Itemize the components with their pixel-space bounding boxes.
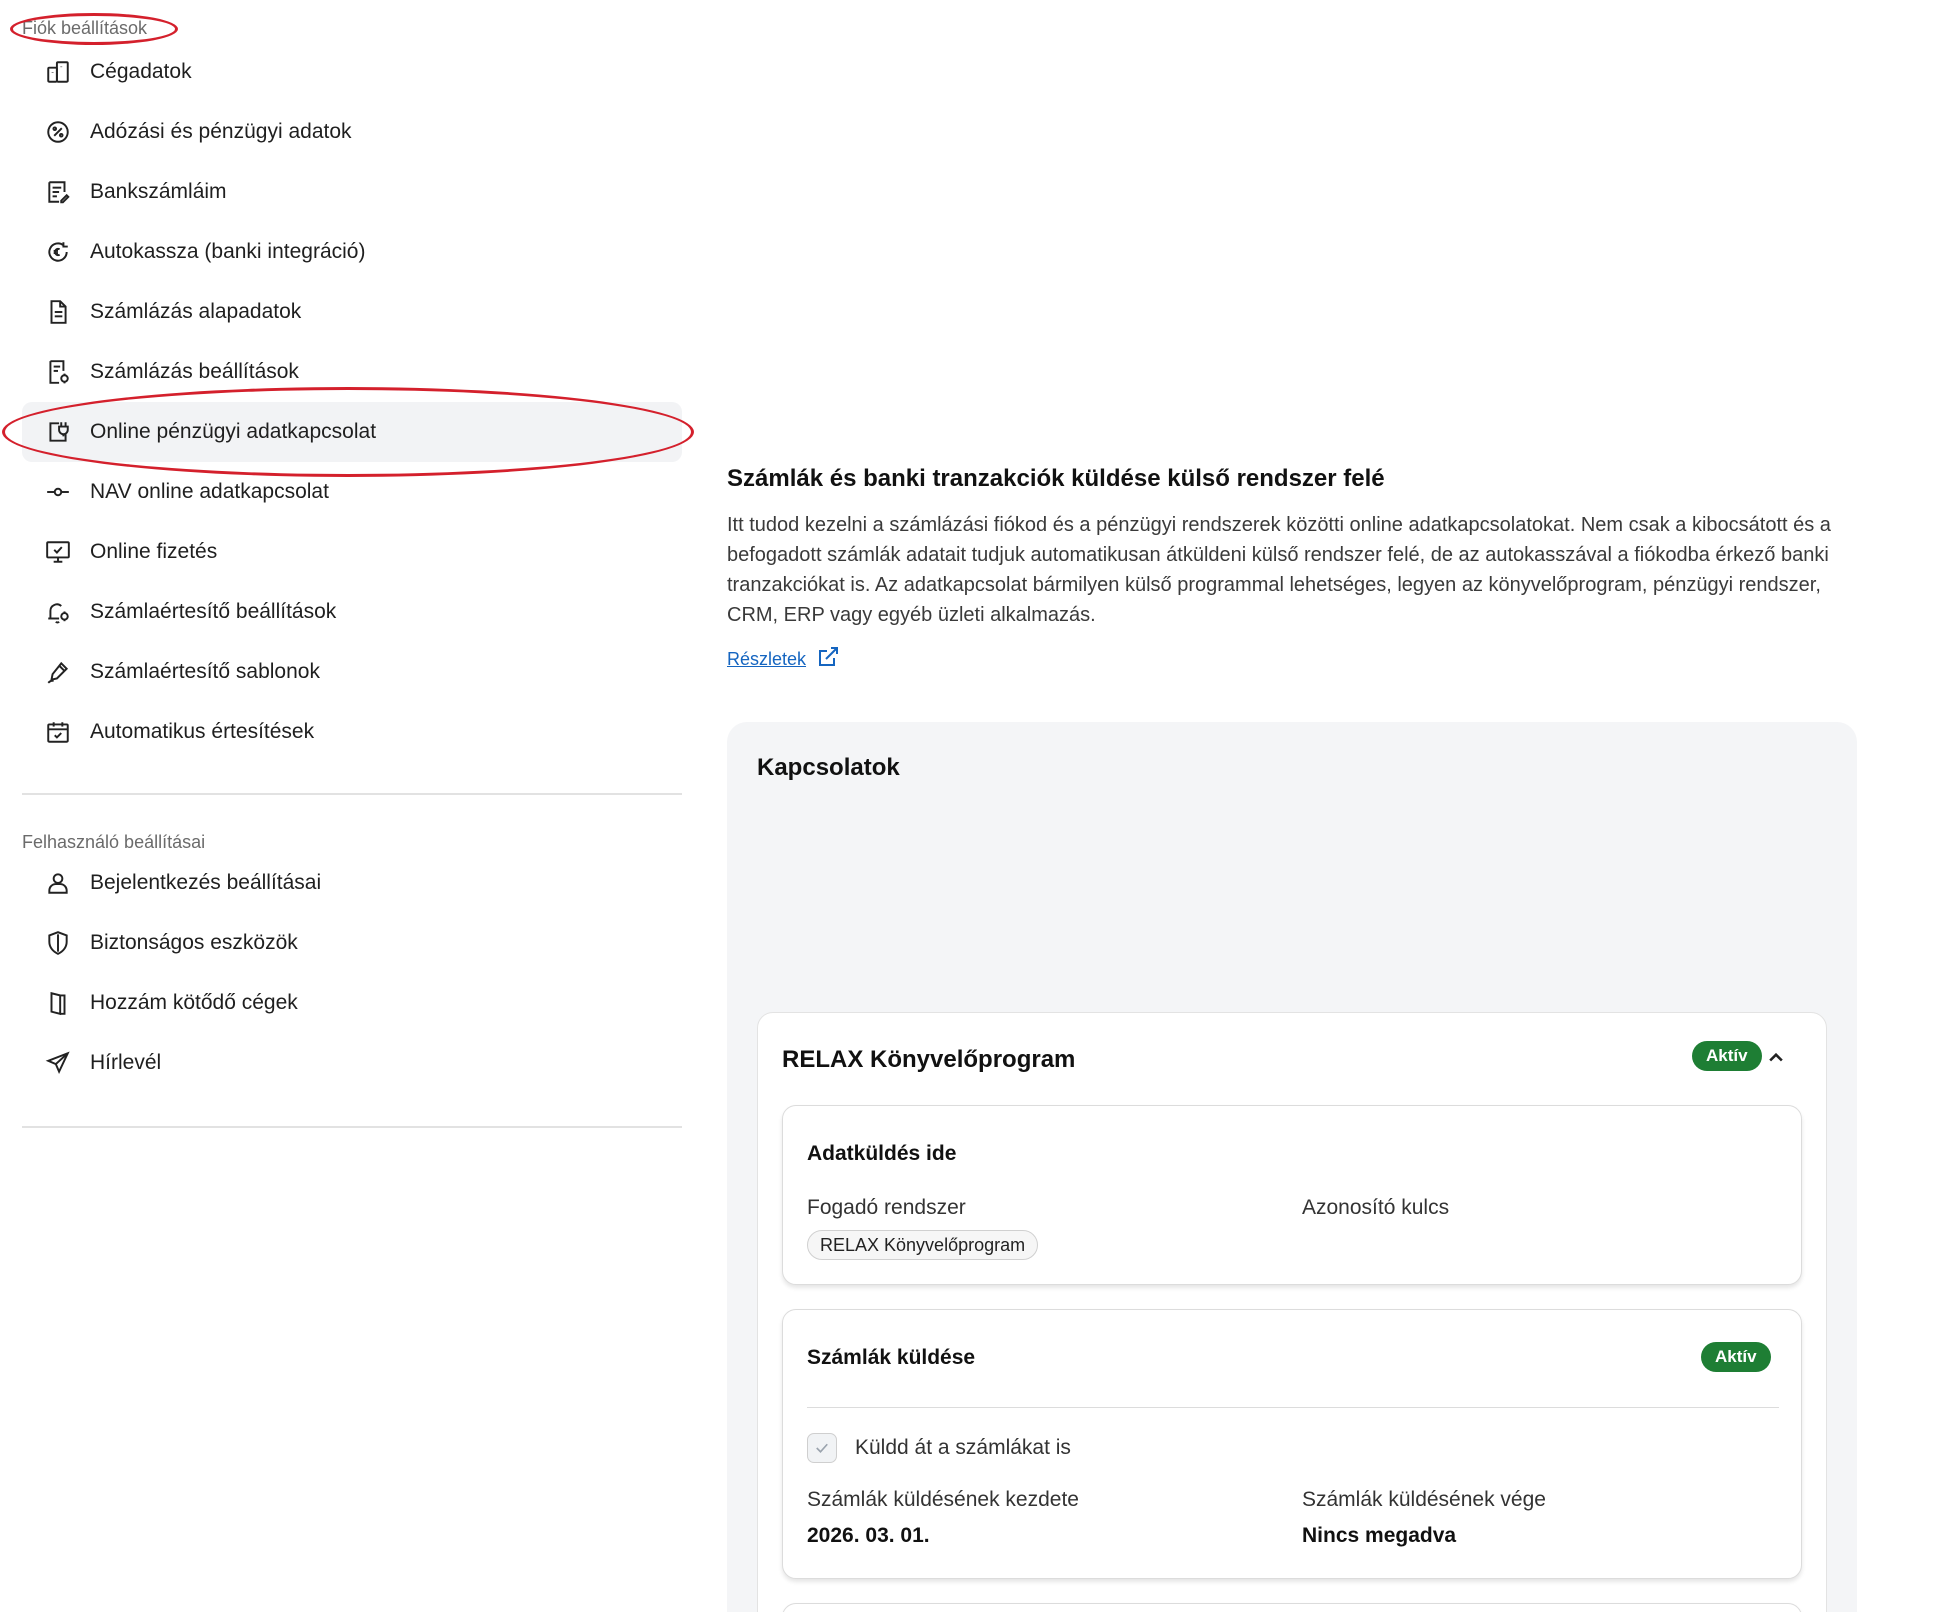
next-section-card [782,1603,1802,1612]
connection-card: RELAX Könyvelőprogram Aktív Adatküldés i… [757,1012,1827,1612]
sidebar-item-label: Számlaértesítő sablonok [90,660,320,683]
sidebar-item-invoice-notification-settings[interactable]: Számlaértesítő beállítások [22,582,682,642]
sidebar-item-label: Bankszámláim [90,180,227,203]
building-icon [44,58,72,86]
user-section-label: Felhasználó beállításai [22,832,206,852]
receiver-label: Fogadó rendszer [807,1196,966,1219]
plug-icon [44,418,72,446]
data-target-card: Adatküldés ide Fogadó rendszer RELAX Kön… [782,1105,1802,1285]
sidebar-item-bank-accounts[interactable]: Bankszámláim [22,162,682,222]
sidebar-item-label: Biztonságos eszközök [90,931,298,954]
sidebar-item-nav-online[interactable]: NAV online adatkapcsolat [22,462,682,522]
sidebar-item-label: Számlázás alapadatok [90,300,302,323]
bank-account-icon [44,178,72,206]
send-invoices-label: Küldd át a számlákat is [855,1436,1071,1459]
external-link-icon [816,645,840,674]
autocash-icon [44,238,72,266]
check-icon [816,1443,828,1453]
identifier-key-label: Azonosító kulcs [1302,1196,1450,1219]
user-icon [44,869,72,897]
sidebar-item-label: Adózási és pénzügyi adatok [90,120,352,143]
account-section-label: Fiók beállítások [22,18,148,38]
sidebar-item-label: Számlázás beállítások [90,360,299,383]
send-icon [44,1049,72,1077]
companies-icon [44,989,72,1017]
connections-panel: Kapcsolatok RELAX Könyvelőprogram Aktív … [727,722,1857,1612]
sidebar-divider [22,793,682,795]
sidebar-divider [22,1126,682,1128]
data-target-title: Adatküldés ide [807,1142,957,1165]
connection-icon [44,478,72,506]
page-description: Itt tudod kezelni a számlázási fiókod és… [727,514,1831,626]
status-badge: Aktív [1701,1342,1771,1372]
details-link[interactable]: Részletek [727,645,840,674]
sidebar-item-automatic-notifications[interactable]: Automatikus értesítések [22,702,682,762]
sidebar-item-linked-companies[interactable]: Hozzám kötődő cégek [22,973,682,1033]
connection-name: RELAX Könyvelőprogram [782,1046,1076,1073]
percent-icon [44,118,72,146]
calendar-check-icon [44,718,72,746]
invoice-sending-title: Számlák küldése [807,1346,976,1369]
end-date-value: Nincs megadva [1302,1524,1457,1547]
page-title: Számlák és banki tranzakciók küldése kül… [727,465,1385,492]
status-badge: Aktív [1692,1041,1762,1071]
send-invoices-checkbox[interactable] [807,1433,837,1463]
template-pen-icon [44,658,72,686]
sidebar-item-label: NAV online adatkapcsolat [90,480,329,503]
sidebar-item-login-settings[interactable]: Bejelentkezés beállításai [22,853,682,913]
start-date-value: 2026. 03. 01. [807,1524,930,1547]
notification-settings-icon [44,598,72,626]
sidebar-item-tax-data[interactable]: Adózási és pénzügyi adatok [22,102,682,162]
details-link-label: Részletek [727,649,807,669]
sidebar-item-label: Hozzám kötődő cégek [90,991,298,1014]
sidebar-item-label: Hírlevél [90,1051,162,1074]
section-divider [807,1407,1779,1408]
sidebar-item-autocash[interactable]: Autokassza (banki integráció) [22,222,682,282]
sidebar-item-trusted-devices[interactable]: Biztonságos eszközök [22,913,682,973]
connections-title: Kapcsolatok [757,754,900,781]
sidebar-item-billing-basics[interactable]: Számlázás alapadatok [22,282,682,342]
receiver-chip: RELAX Könyvelőprogram [807,1230,1039,1260]
sidebar-item-label: Bejelentkezés beállításai [90,871,322,894]
monitor-payment-icon [44,538,72,566]
invoice-settings-icon [44,358,72,386]
shield-icon [44,929,72,957]
sidebar-item-company-data[interactable]: Cégadatok [22,42,682,102]
sidebar-item-label: Online fizetés [90,540,218,563]
sidebar-item-billing-settings[interactable]: Számlázás beállítások [22,342,682,402]
document-icon [44,298,72,326]
sidebar-item-label: Számlaértesítő beállítások [90,600,337,623]
start-date-label: Számlák küldésének kezdete [807,1488,1079,1511]
sidebar-item-label: Cégadatok [90,60,192,83]
sidebar-item-online-financial-connection[interactable]: Online pénzügyi adatkapcsolat [22,402,682,462]
invoice-sending-card: Számlák küldése Aktív Küldd át a számlák… [782,1309,1802,1579]
sidebar-item-label: Online pénzügyi adatkapcsolat [90,420,377,443]
sidebar-item-invoice-notification-templates[interactable]: Számlaértesítő sablonok [22,642,682,702]
chevron-up-icon[interactable] [1762,1043,1790,1071]
sidebar-item-online-payment[interactable]: Online fizetés [22,522,682,582]
sidebar-item-label: Automatikus értesítések [90,720,315,743]
sidebar-item-label: Autokassza (banki integráció) [90,240,366,263]
sidebar-item-newsletter[interactable]: Hírlevél [22,1033,682,1093]
end-date-label: Számlák küldésének vége [1302,1488,1546,1511]
